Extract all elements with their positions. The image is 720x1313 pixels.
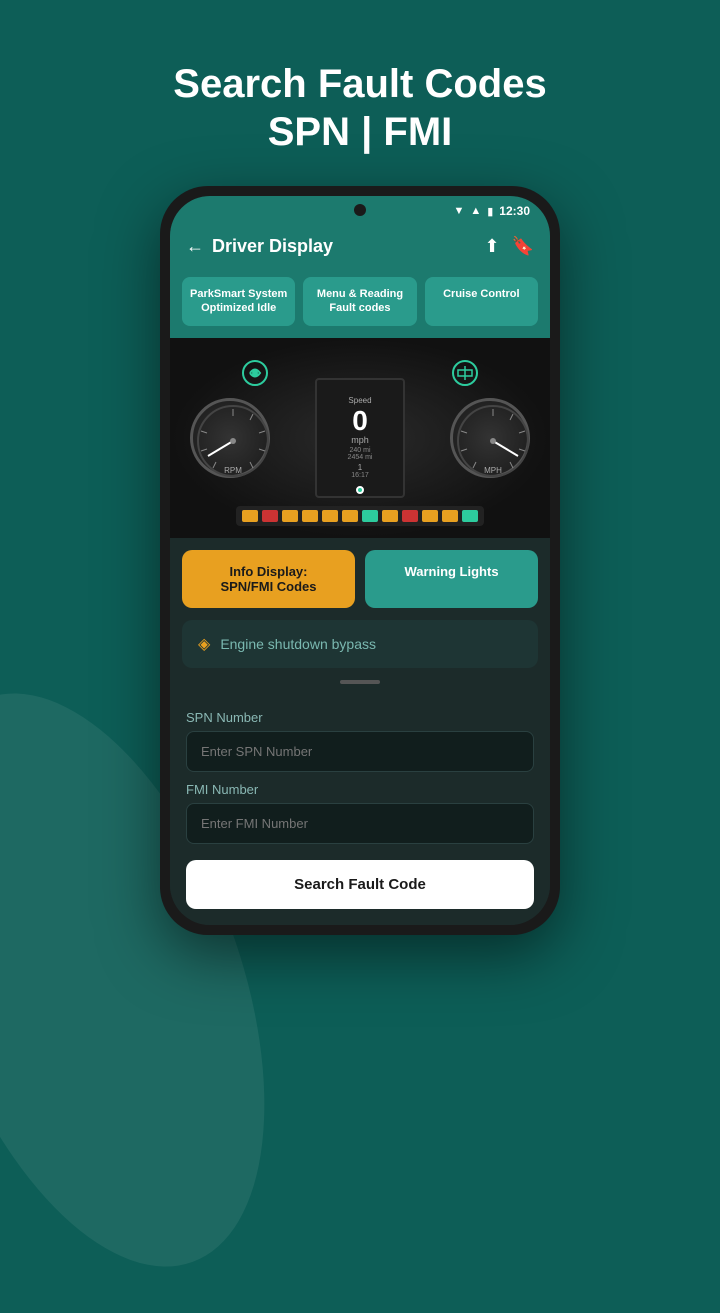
left-gauge: RPM bbox=[190, 398, 270, 478]
app-bar-title: Driver Display bbox=[212, 236, 333, 257]
bypass-icon: ◈ bbox=[198, 634, 210, 654]
warning-icon-9 bbox=[402, 510, 418, 522]
wifi-icon: ▼ bbox=[453, 205, 464, 217]
speed-value: 0 bbox=[352, 407, 368, 435]
fault-code-form: SPN Number FMI Number Search Fault Code bbox=[170, 688, 550, 925]
svg-text:MPH: MPH bbox=[484, 466, 502, 475]
warning-icon-1 bbox=[242, 510, 258, 522]
odometer2: 2454 mi bbox=[348, 454, 373, 461]
quick-btn-parksmart[interactable]: ParkSmart System Optimized Idle bbox=[182, 277, 295, 326]
dashboard-display: RPM bbox=[170, 338, 550, 538]
fmi-label: FMI Number bbox=[186, 782, 534, 797]
annotation-dot bbox=[356, 486, 364, 494]
search-fault-code-button[interactable]: Search Fault Code bbox=[186, 860, 534, 909]
engine-bypass-button[interactable]: ◈ Engine shutdown bypass bbox=[182, 620, 538, 668]
odometer1: 240 mi bbox=[349, 447, 370, 454]
share-button[interactable]: ⬆ bbox=[484, 236, 499, 257]
quick-buttons-row: ParkSmart System Optimized Idle Menu & R… bbox=[170, 267, 550, 338]
warning-icon-3 bbox=[282, 510, 298, 522]
sheet-handle bbox=[340, 680, 380, 684]
quick-btn-menu[interactable]: Menu & Reading Fault codes bbox=[303, 277, 416, 326]
back-button[interactable]: ← bbox=[186, 236, 204, 257]
center-display: Speed 0 mph 240 mi 2454 mi 1 16:17 bbox=[315, 378, 405, 498]
speed-unit: mph bbox=[351, 435, 369, 445]
battery-icon: ▮ bbox=[487, 205, 493, 218]
tab-spn-fmi[interactable]: Info Display: SPN/FMI Codes bbox=[182, 550, 355, 608]
warning-icon-5 bbox=[322, 510, 338, 522]
header-line2: SPN | FMI bbox=[173, 108, 546, 156]
warning-icon-4 bbox=[302, 510, 318, 522]
quick-btn-cruise[interactable]: Cruise Control bbox=[425, 277, 538, 326]
spn-label: SPN Number bbox=[186, 710, 534, 725]
phone-notch bbox=[354, 204, 366, 216]
app-bar: ← Driver Display ⬆ 🔖 bbox=[170, 226, 550, 267]
warning-icon-8 bbox=[382, 510, 398, 522]
fmi-input[interactable] bbox=[186, 803, 534, 844]
warning-icon-7 bbox=[362, 510, 378, 522]
signal-icon: ▲ bbox=[470, 205, 481, 217]
warning-icon-10 bbox=[422, 510, 438, 522]
dash-time: 16:17 bbox=[351, 472, 369, 479]
right-gauge: MPH bbox=[450, 398, 530, 478]
phone-mockup: ▼ ▲ ▮ 12:30 ← Driver Display ⬆ 🔖 ParkSma… bbox=[160, 186, 560, 935]
svg-text:RPM: RPM bbox=[224, 466, 242, 475]
tab-warning-lights[interactable]: Warning Lights bbox=[365, 550, 538, 608]
warning-icon-6 bbox=[342, 510, 358, 522]
gear-display: 1 bbox=[358, 463, 362, 472]
phone-screen: ▼ ▲ ▮ 12:30 ← Driver Display ⬆ 🔖 ParkSma… bbox=[170, 196, 550, 925]
bypass-label: Engine shutdown bypass bbox=[220, 636, 376, 652]
warning-icon-2 bbox=[262, 510, 278, 522]
left-indicator-icon bbox=[240, 358, 270, 394]
header-line1: Search Fault Codes bbox=[173, 60, 546, 108]
warning-icon-12 bbox=[462, 510, 478, 522]
display-tabs: Info Display: SPN/FMI Codes Warning Ligh… bbox=[170, 538, 550, 620]
page-header: Search Fault Codes SPN | FMI bbox=[133, 60, 586, 156]
warning-icons-row bbox=[236, 506, 484, 526]
status-time: 12:30 bbox=[499, 204, 530, 218]
right-indicator-icon bbox=[450, 358, 480, 394]
spn-input[interactable] bbox=[186, 731, 534, 772]
warning-icon-11 bbox=[442, 510, 458, 522]
bookmark-button[interactable]: 🔖 bbox=[512, 236, 534, 257]
